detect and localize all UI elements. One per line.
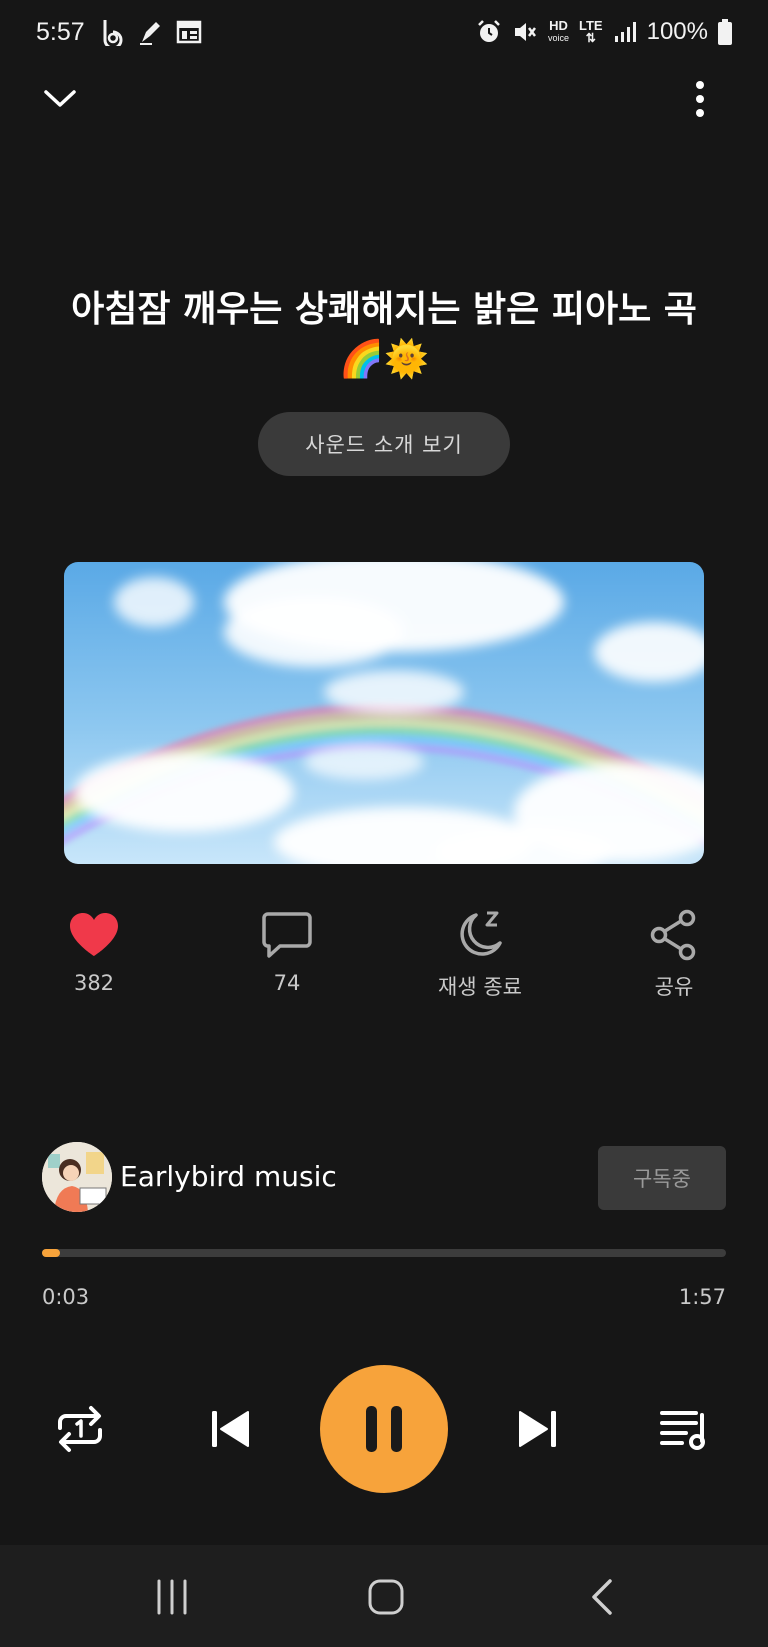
playlist-button[interactable] [655, 1399, 715, 1459]
status-bar: 5:57 HD voice LTE ⇅ 100% [0, 0, 768, 70]
sound-intro-button[interactable]: 사운드 소개 보기 [258, 412, 510, 476]
pen-icon [140, 22, 160, 45]
like-button[interactable]: 382 [24, 905, 164, 995]
pause-button[interactable] [320, 1365, 448, 1493]
home-button[interactable] [356, 1569, 416, 1625]
pause-icon [366, 1406, 402, 1452]
recents-button[interactable] [142, 1569, 202, 1625]
channel-name[interactable]: Earlybird music [120, 1160, 337, 1193]
share-button[interactable]: 공유 [604, 905, 744, 1001]
alarm-icon [478, 20, 500, 42]
like-count: 382 [73, 971, 115, 995]
progress-fill [42, 1249, 61, 1257]
progress-bar[interactable] [42, 1249, 726, 1259]
comment-count: 74 [273, 971, 301, 995]
chevron-down-icon [44, 90, 76, 107]
sleep-timer-label: 재생 종료 [438, 975, 522, 999]
track-artwork [64, 562, 704, 864]
share-label: 공유 [654, 975, 694, 999]
collapse-button[interactable] [36, 75, 84, 123]
repeat-one-icon [58, 1406, 102, 1452]
playlist-icon [660, 1411, 705, 1450]
total-time: 1:57 [678, 1285, 726, 1309]
moon-zzz-icon [410, 905, 550, 965]
sleep-timer-button[interactable]: 재생 종료 [410, 905, 550, 1001]
playback-controls [0, 1365, 768, 1495]
heart-icon [24, 905, 164, 965]
share-icon [604, 905, 744, 965]
action-row: 382 74 재생 종료 공유 [0, 905, 768, 1015]
next-button[interactable] [508, 1399, 568, 1459]
hd-voice-icon: HD voice [548, 18, 570, 43]
gallery-icon [176, 20, 202, 44]
comment-icon [217, 905, 357, 965]
channel-avatar[interactable] [42, 1142, 112, 1212]
channel-row: Earlybird music 구독중 [42, 1142, 726, 1214]
status-notification-icons [100, 18, 202, 46]
skip-previous-icon [212, 1411, 249, 1447]
system-nav-bar [0, 1545, 768, 1647]
progress-track [42, 1249, 726, 1257]
current-time: 0:03 [42, 1285, 90, 1309]
b-app-icon [103, 20, 123, 46]
home-icon [368, 1579, 404, 1615]
mute-icon [515, 23, 536, 41]
subscribe-button[interactable]: 구독중 [598, 1146, 726, 1210]
comments-button[interactable]: 74 [217, 905, 357, 995]
signal-icon [614, 22, 636, 42]
battery-percent: 100% [646, 18, 708, 45]
status-system-icons: HD voice LTE ⇅ 100% [476, 18, 732, 46]
back-button[interactable] [572, 1569, 632, 1625]
track-title: 아침잠 깨우는 상쾌해지는 밝은 피아노 곡🌈🌞 [71, 289, 697, 380]
more-vertical-icon [696, 81, 704, 117]
lte-icon: LTE ⇅ [579, 18, 603, 45]
status-time: 5:57 [36, 18, 85, 46]
repeat-button[interactable] [50, 1399, 110, 1459]
previous-button[interactable] [200, 1399, 260, 1459]
recents-icon [157, 1579, 187, 1615]
skip-next-icon [519, 1411, 556, 1447]
more-options-button[interactable] [676, 75, 724, 123]
battery-icon [718, 19, 732, 45]
back-icon [592, 1579, 612, 1615]
